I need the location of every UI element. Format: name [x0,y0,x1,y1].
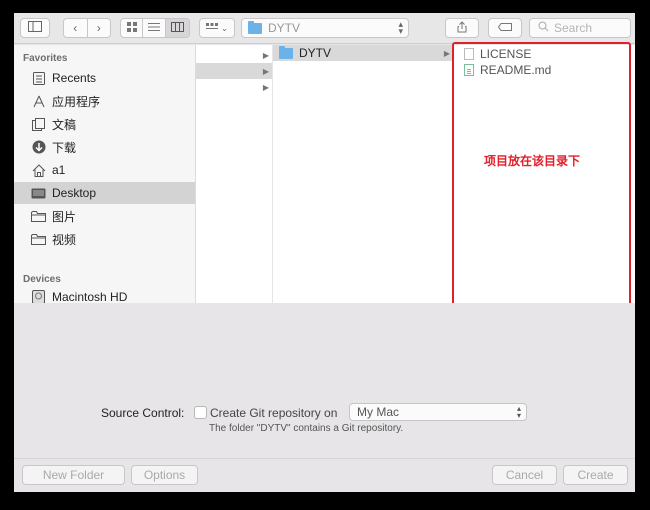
column-2: DYTV ▶ [273,45,454,303]
create-button[interactable]: Create [563,465,628,485]
sidebar-item-pictures[interactable]: 图片 [14,205,195,227]
tag-button[interactable] [488,18,522,38]
toolbar: ‹ › ⌄ DYTV ▴ ▾ Search [14,13,635,44]
sidebar-item-recents[interactable]: Recents [14,67,195,89]
downloads-icon [31,140,46,155]
footer: New Folder Options Cancel Create [14,458,635,492]
arrange-grid-icon [206,22,219,34]
share-icon [457,20,467,36]
sidebar-item-label: 下载 [52,140,77,155]
path-label: DYTV [268,21,301,35]
sidebar-icon [28,21,42,35]
recents-icon [31,71,46,86]
sidebar-toggle-button[interactable] [20,18,50,38]
new-folder-button[interactable]: New Folder [22,465,125,485]
column-view-button[interactable] [165,19,189,37]
create-git-label[interactable]: Create Git repository on [210,406,337,420]
git-location-value: My Mac [357,405,399,419]
home-icon [31,163,46,178]
sidebar-item-label: 视频 [52,232,77,247]
sidebar-item-label: Recents [52,71,97,85]
source-control-label: Source Control: [101,406,185,420]
annotation-text: 项目放在该目录下 [484,154,581,168]
icon-view-icon [126,21,137,35]
sidebar-item-label: 应用程序 [52,94,101,109]
folder-icon [31,209,46,224]
annotation-highlight-box [452,42,631,307]
folder-icon [279,45,293,59]
column-view-icon [170,21,184,35]
column-row[interactable]: ▶ [196,79,272,95]
sidebar-item-home[interactable]: a1 [14,159,195,181]
sidebar-item-documents[interactable]: 文稿 [14,113,195,135]
sidebar-item-desktop[interactable]: Desktop [14,182,195,204]
column-row[interactable]: ▶ [196,63,272,79]
share-button[interactable] [445,18,479,38]
sidebar-item-label: 文稿 [52,117,77,132]
cancel-button[interactable]: Cancel [492,465,557,485]
sidebar: Favorites Recents 应用程序 文稿 下载 a1 Desktop … [14,45,196,304]
navigation-buttons: ‹ › [63,18,111,38]
forward-button[interactable]: › [88,19,111,37]
disclosure-arrow-icon: ▶ [262,82,269,92]
search-placeholder: Search [554,21,593,35]
search-field[interactable]: Search [529,18,631,38]
arrange-button[interactable]: ⌄ [199,18,235,38]
devices-header: Devices [23,274,61,285]
chevron-right-icon: › [96,21,101,35]
sidebar-item-downloads[interactable]: 下载 [14,136,195,158]
list-view-icon [148,21,161,35]
updown-arrows-icon: ▴ ▾ [398,19,403,36]
chevron-left-icon: ‹ [73,21,78,35]
icon-view-button[interactable] [121,19,144,37]
list-view-button[interactable] [143,19,166,37]
git-note: The folder "DYTV" contains a Git reposit… [209,423,404,434]
view-mode-control [120,18,190,38]
git-location-popup[interactable]: My Mac ▴ ▾ [349,403,527,421]
documents-icon [31,117,46,132]
sidebar-item-label: 图片 [52,209,77,224]
path-popup[interactable]: DYTV ▴ ▾ [241,18,409,38]
folder-icon [31,232,46,247]
disclosure-arrow-icon: ▶ [262,50,269,60]
save-dialog: ‹ › ⌄ DYTV ▴ ▾ Search Favorites Recents … [14,13,635,492]
folder-row-dytv[interactable]: DYTV ▶ [273,45,453,61]
sidebar-item-label: a1 [52,163,66,177]
sidebar-item-applications[interactable]: 应用程序 [14,90,195,112]
disclosure-arrow-icon: ▶ [262,66,269,76]
folder-label: DYTV [299,46,332,60]
desktop-icon [31,186,46,201]
disclosure-arrow-icon: ▶ [443,48,450,58]
create-git-checkbox[interactable] [194,406,207,419]
sidebar-item-movies[interactable]: 视频 [14,228,195,250]
folder-icon [248,20,262,34]
tag-icon [497,22,512,34]
favorites-header: Favorites [23,53,68,64]
column-1: ▶ ▶ ▶ [196,45,273,303]
column-row[interactable]: ▶ [196,47,272,63]
back-button[interactable]: ‹ [64,19,88,37]
applications-icon [31,94,46,109]
options-button[interactable]: Options [131,465,198,485]
sidebar-item-label: Desktop [52,186,97,200]
sidebar-item-label: Macintosh HD [52,290,128,304]
search-icon [538,21,549,35]
updown-arrows-icon: ▴ ▾ [516,404,521,420]
chevron-down-icon: ⌄ [221,23,228,33]
